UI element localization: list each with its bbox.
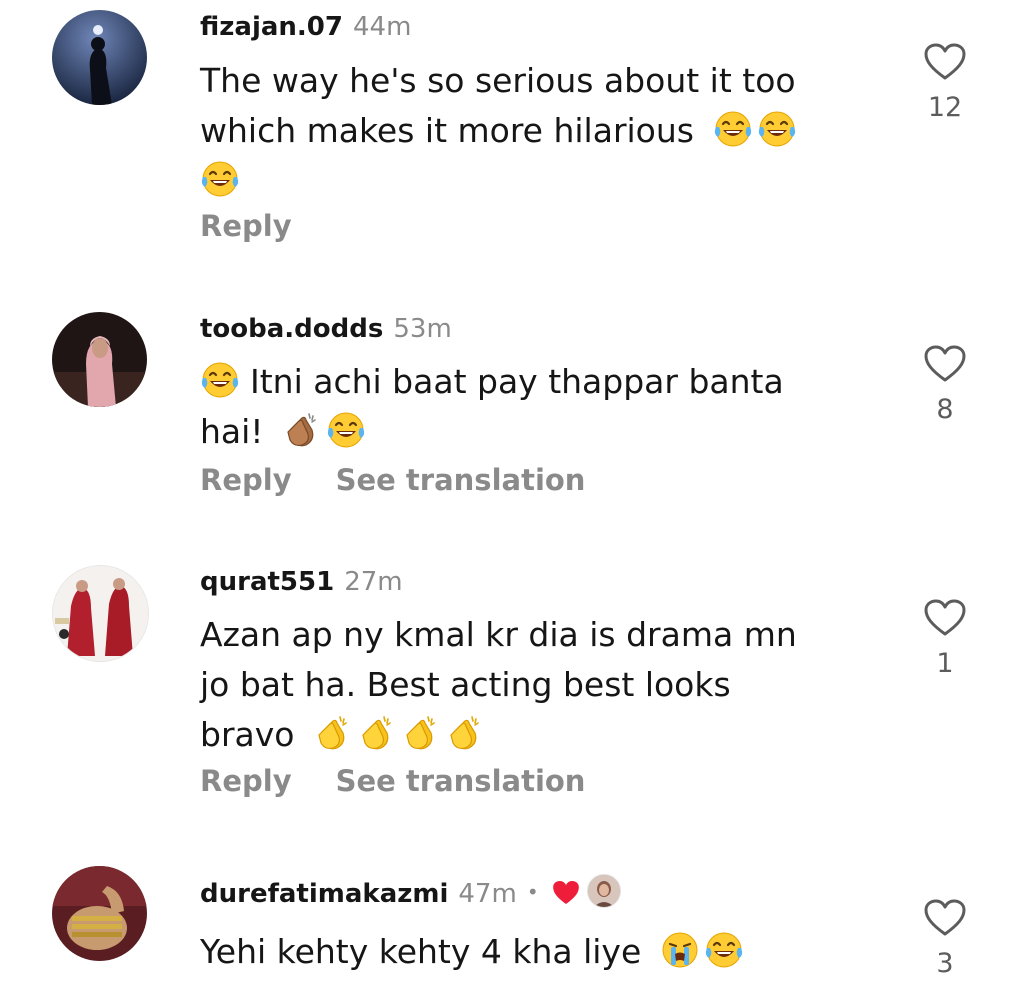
username[interactable]: fizajan.07: [200, 12, 343, 42]
clapping-hands-emoji: [445, 713, 485, 753]
creator-liked-heart-icon: [551, 879, 581, 913]
username[interactable]: tooba.dodds: [200, 314, 383, 344]
timestamp: 27m: [344, 567, 403, 597]
clapping-hands-emoji: [282, 410, 322, 450]
like-count: 8: [936, 394, 954, 425]
clapping-hands-emoji: [313, 713, 353, 753]
comment-text: Itni achi baat pay thappar banta hai!: [200, 360, 784, 451]
clapping-hands-emoji: [357, 713, 397, 753]
timestamp: 47m: [458, 879, 517, 909]
timestamp: 53m: [393, 314, 452, 344]
like-count: 1: [936, 648, 954, 679]
like-button[interactable]: 12: [918, 42, 972, 123]
heart-outline-icon[interactable]: [923, 598, 967, 638]
heart-outline-icon[interactable]: [923, 344, 967, 384]
comment-text: The way he's so serious about it too whi…: [200, 56, 840, 206]
like-button[interactable]: 3: [918, 898, 972, 979]
like-count: 3: [936, 948, 954, 979]
reply-button[interactable]: Reply: [200, 209, 292, 243]
username[interactable]: durefatimakazmi: [200, 879, 448, 909]
laughing-tears-emoji: [326, 410, 366, 450]
laughing-tears-emoji: [200, 360, 240, 400]
laughing-tears-emoji: [704, 930, 744, 970]
see-translation-button[interactable]: See translation: [336, 764, 586, 798]
laughing-tears-emoji: [757, 109, 797, 149]
clapping-hands-emoji: [401, 713, 441, 753]
comment-actions: Reply See translation: [200, 463, 629, 497]
separator-dot: •: [526, 880, 539, 904]
comment-header: fizajan.07 44m: [200, 12, 411, 42]
comment-text: Azan ap ny kmal kr dia is drama mn jo ba…: [200, 615, 797, 754]
comment-text: Yehi kehty kehty 4 kha liye: [200, 927, 840, 977]
crying-emoji: [660, 930, 700, 970]
comment-actions: Reply See translation: [200, 764, 629, 798]
timestamp: 44m: [352, 12, 412, 42]
like-button[interactable]: 1: [918, 598, 972, 679]
comment-header: durefatimakazmi 47m •: [200, 874, 621, 913]
heart-outline-icon[interactable]: [923, 898, 967, 938]
comment-header: qurat551 27m: [200, 567, 403, 597]
like-count: 12: [927, 92, 963, 123]
reply-button[interactable]: Reply: [200, 463, 292, 497]
avatar[interactable]: [52, 10, 147, 105]
laughing-tears-emoji: [713, 109, 753, 149]
comment-header: tooba.dodds 53m: [200, 314, 452, 344]
avatar[interactable]: [52, 565, 149, 662]
avatar[interactable]: [52, 866, 147, 961]
username[interactable]: qurat551: [200, 567, 334, 597]
laughing-tears-emoji: [200, 159, 240, 199]
reply-button[interactable]: Reply: [200, 764, 292, 798]
comment-actions: Reply: [200, 209, 336, 243]
heart-outline-icon[interactable]: [923, 42, 967, 82]
creator-avatar: [586, 874, 621, 908]
see-translation-button[interactable]: See translation: [336, 463, 586, 497]
like-button[interactable]: 8: [918, 344, 972, 425]
avatar[interactable]: [52, 312, 147, 407]
